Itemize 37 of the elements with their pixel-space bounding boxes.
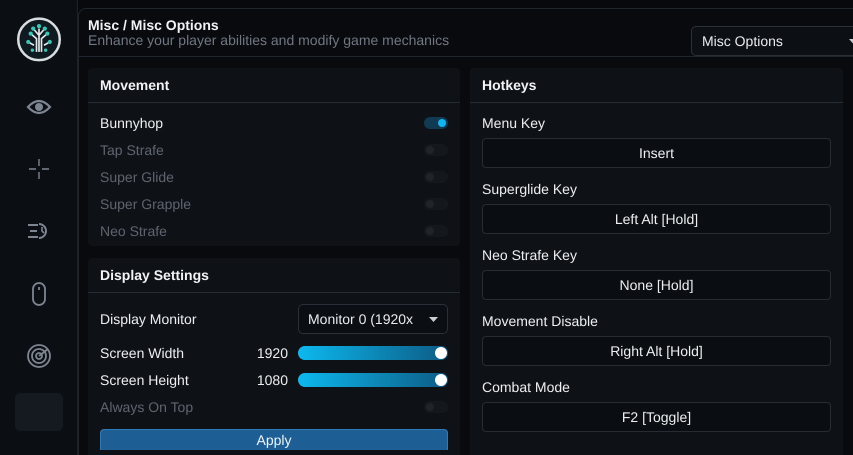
caret-icon xyxy=(429,316,438,322)
hotkey-label: Combat Mode xyxy=(482,378,571,397)
panel-title: Movement xyxy=(88,68,460,103)
radar-icon xyxy=(26,342,52,369)
mouse-icon xyxy=(30,280,46,306)
hotkey-label: Superglide Key xyxy=(482,180,578,199)
slider-fill[interactable] xyxy=(298,346,448,360)
toggle-label: Bunnyhop xyxy=(100,114,164,130)
toggle-label: Super Grapple xyxy=(100,196,192,212)
crosshair-icon xyxy=(28,158,50,180)
slider-label: Screen Width xyxy=(100,344,184,360)
hotkey-button[interactable]: Left Alt [Hold] xyxy=(482,204,831,234)
field-label: Display Monitor xyxy=(100,311,196,327)
toggle-label: Neo Strafe xyxy=(100,222,167,238)
hotkey-button[interactable]: Insert xyxy=(482,138,831,168)
hotkey-button[interactable]: None [Hold] xyxy=(482,270,831,300)
toggle-label: Tap Strafe xyxy=(100,142,164,158)
toggle-label: Super Glide xyxy=(100,168,174,184)
eye-icon xyxy=(26,98,52,116)
monitor-dropdown[interactable]: Monitor 0 (1920x xyxy=(298,304,448,334)
slider-value: 1920 xyxy=(256,344,288,360)
slider-fill[interactable] xyxy=(298,372,448,386)
apply-button[interactable]: Apply xyxy=(100,429,448,450)
page-title: Misc / Misc Options xyxy=(88,18,220,33)
panel-title: Display Settings xyxy=(88,258,460,293)
toggle-label: Always On Top xyxy=(100,398,194,414)
hotkey-label: Neo Strafe Key xyxy=(482,246,578,265)
hotkey-label: Movement Disable xyxy=(482,312,599,331)
hotkey-label: Menu Key xyxy=(482,114,546,133)
hotkey-button[interactable]: Right Alt [Hold] xyxy=(482,336,831,366)
toggle-switch[interactable] xyxy=(424,116,448,128)
hotkey-button[interactable]: F2 [Toggle] xyxy=(482,402,831,432)
page-subtitle: Enhance your player abilities and modify game mechanics xyxy=(88,33,450,48)
panel-title: Hotkeys xyxy=(470,68,843,103)
slider-label: Screen Height xyxy=(100,372,189,388)
slider-value: 1080 xyxy=(256,372,288,388)
category-dropdown[interactable]: Misc Options xyxy=(691,26,853,56)
